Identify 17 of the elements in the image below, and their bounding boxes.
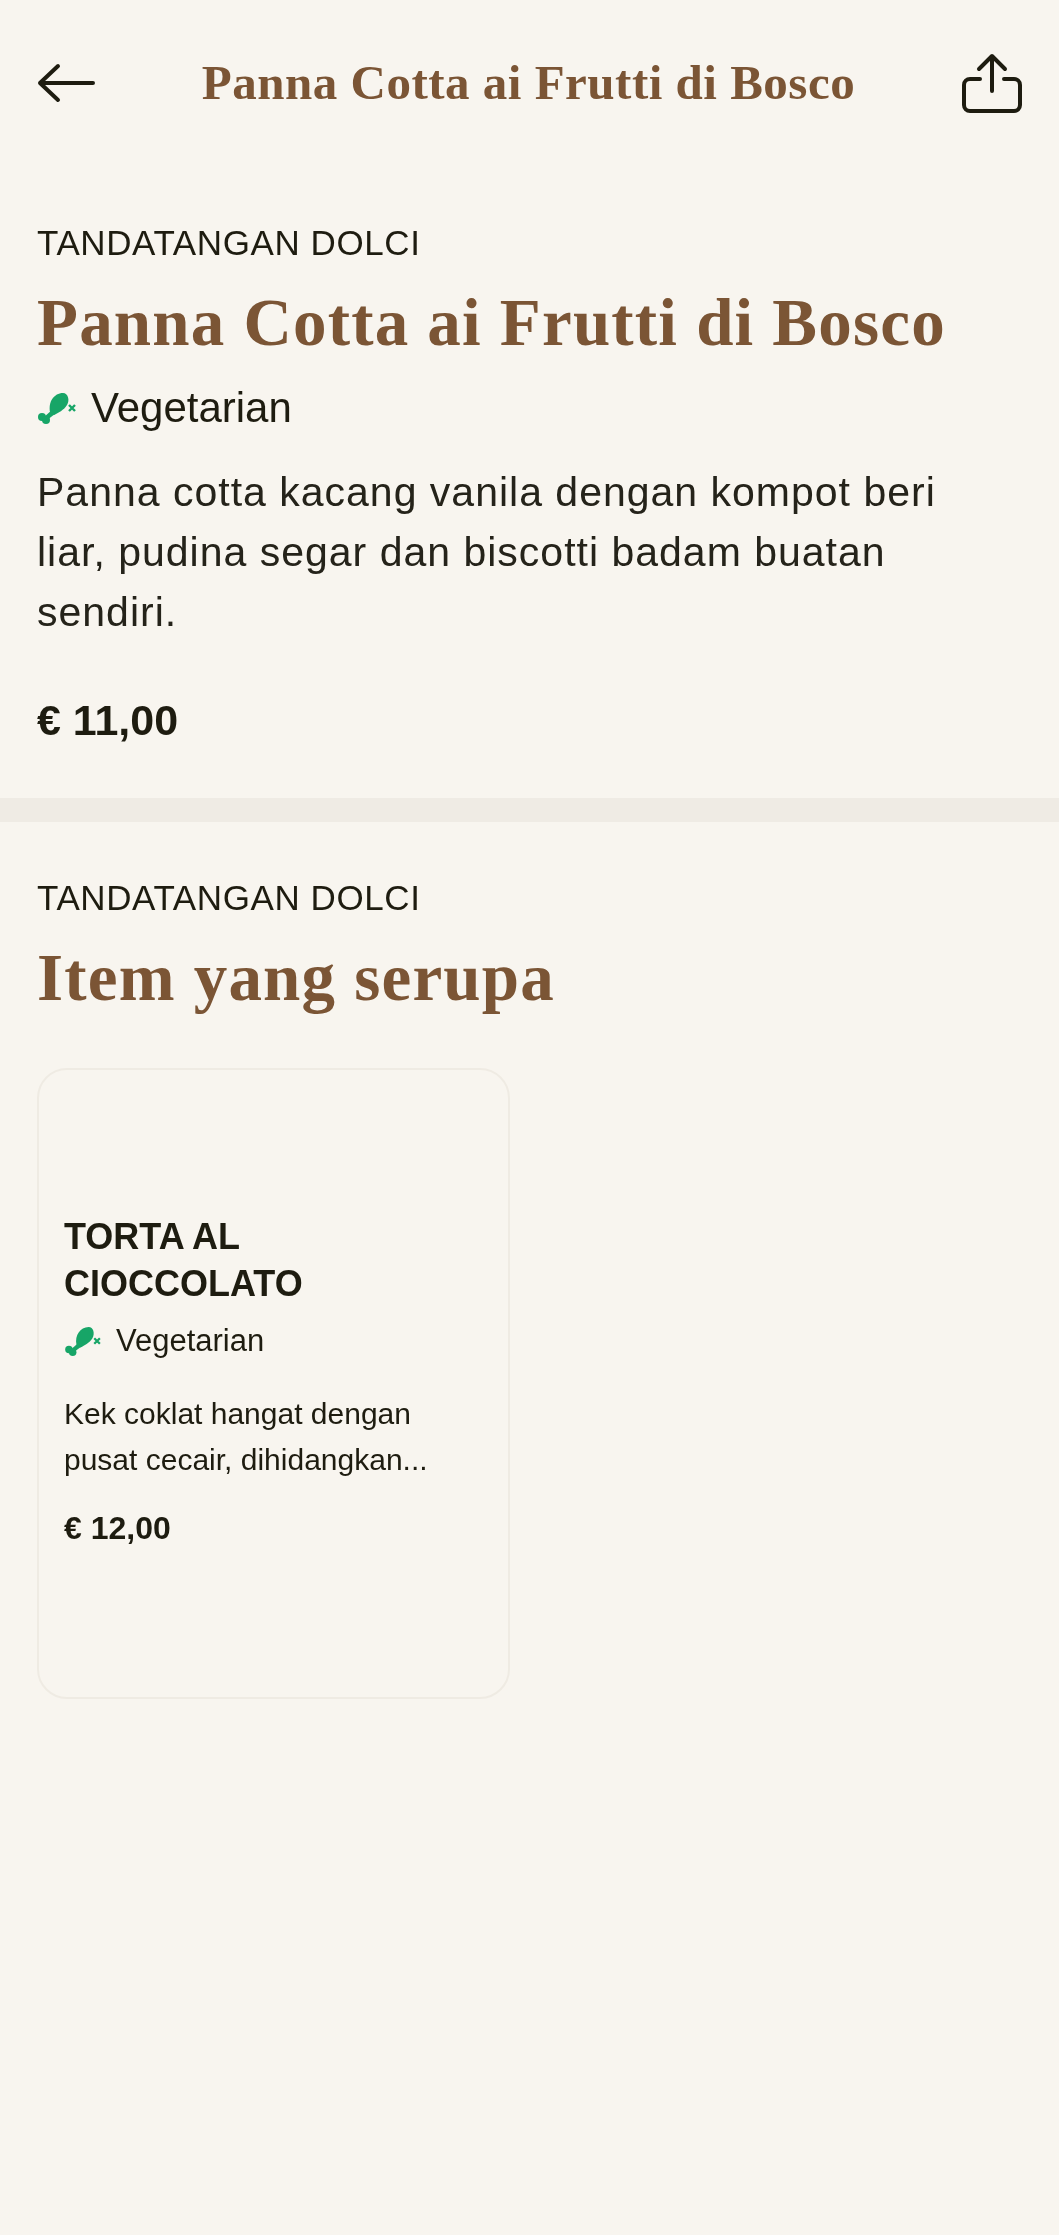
- share-button[interactable]: [962, 53, 1022, 113]
- card-description: Kek coklat hangat dengan pusat cecair, dihidangkan...: [64, 1396, 429, 1478]
- dish-card[interactable]: TORTA AL CIOCCOLATO Vegetarian Kek coklat hangat dengan pusat cecair, dihidangkan... € 12,00: [37, 1068, 510, 1699]
- section-title: Item yang serupa: [37, 940, 556, 1014]
- crossed-drumstick-icon: [37, 392, 77, 424]
- dish-price: € 11,00: [37, 696, 180, 744]
- card-price: € 12,00: [64, 1510, 172, 1546]
- diet-label: Vegetarian: [91, 384, 292, 432]
- page-title: Panna Cotta ai Frutti di Bosco: [201, 53, 856, 112]
- category-label: TANDATANGAN DOLCI: [37, 877, 422, 918]
- category-label: TANDATANGAN DOLCI: [37, 222, 422, 263]
- dish-description: Panna cotta kacang vanila dengan kompot beri liar, pudina segar dan biscotti badam buatan sendiri.: [37, 468, 937, 637]
- diet-label: Vegetarian: [116, 1322, 265, 1360]
- card-title: TORTA AL CIOCCOLATO: [64, 1215, 304, 1306]
- crossed-drumstick-icon: [64, 1326, 102, 1356]
- back-button[interactable]: [37, 63, 95, 103]
- dish-title: Panna Cotta ai Frutti di Bosco: [37, 285, 947, 359]
